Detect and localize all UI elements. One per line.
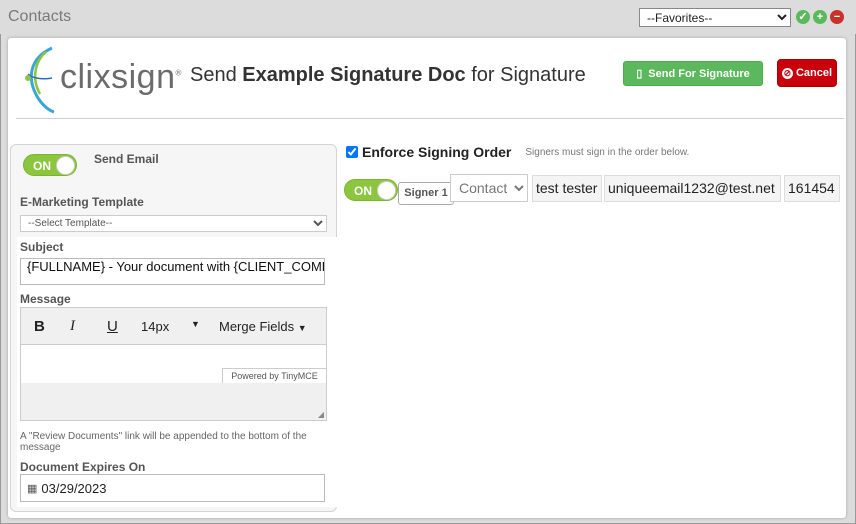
font-size-select[interactable]: 14px bbox=[141, 319, 169, 334]
toggle-knob bbox=[56, 156, 75, 175]
underline-icon[interactable]: U bbox=[107, 318, 118, 335]
check-icon[interactable]: ✓ bbox=[796, 10, 810, 24]
bold-icon[interactable]: B bbox=[34, 318, 45, 335]
signer-toggle[interactable]: ON bbox=[344, 179, 398, 201]
favorites-select[interactable]: --Favorites-- bbox=[639, 8, 791, 27]
top-bar: Contacts --Favorites-- ✓ + − bbox=[0, 0, 856, 34]
review-note: A "Review Documents" link will be append… bbox=[20, 431, 307, 453]
logo-swoosh-icon bbox=[25, 46, 55, 114]
signer-label: Signer 1 bbox=[398, 182, 454, 205]
resize-icon[interactable]: ◢ bbox=[318, 410, 324, 419]
clixsign-logo: clixsign® bbox=[22, 44, 182, 114]
signer-name: test tester bbox=[532, 175, 602, 202]
send-icon: ▯ bbox=[636, 68, 643, 80]
signer-email: uniqueemail1232@test.net bbox=[604, 175, 781, 202]
template-select[interactable]: --Select Template-- bbox=[20, 215, 327, 232]
logo-text: clixsign® bbox=[60, 58, 182, 96]
document-name: Example Signature Doc bbox=[242, 64, 466, 86]
italic-icon[interactable]: I bbox=[70, 318, 75, 335]
send-email-toggle[interactable]: ON bbox=[23, 154, 77, 176]
cancel-icon: ⊘ bbox=[781, 67, 793, 79]
toggle-knob bbox=[377, 181, 396, 200]
cancel-button[interactable]: ⊘ Cancel bbox=[777, 59, 837, 87]
enforce-signing-order: Enforce Signing Order Signers must sign … bbox=[346, 144, 689, 160]
send-for-signature-button[interactable]: ▯ Send For Signature bbox=[623, 61, 763, 86]
expires-label: Document Expires On bbox=[20, 460, 146, 474]
add-icon[interactable]: + bbox=[813, 10, 827, 24]
editor-toolbar: B I U 14px ▼ Merge Fields ▼ bbox=[21, 308, 326, 345]
send-panel: clixsign® Send Example Signature Doc for… bbox=[8, 38, 846, 518]
window-title: Contacts bbox=[8, 8, 72, 25]
email-settings-panel: ON Send Email E-Marketing Template --Sel… bbox=[10, 144, 337, 512]
divider bbox=[16, 118, 844, 119]
template-label: E-Marketing Template bbox=[20, 195, 144, 209]
message-editor[interactable]: B I U 14px ▼ Merge Fields ▼ Powered by T… bbox=[20, 307, 327, 421]
send-email-label: Send Email bbox=[94, 152, 159, 166]
chevron-down-icon[interactable]: ▼ bbox=[191, 319, 200, 329]
merge-chevron-icon: ▼ bbox=[297, 323, 307, 333]
merge-fields-button[interactable]: Merge Fields ▼ bbox=[219, 319, 307, 334]
enforce-checkbox[interactable] bbox=[346, 146, 358, 158]
powered-by: Powered by TinyMCE bbox=[222, 368, 326, 383]
expires-date-input[interactable]: ▦ 03/29/2023 bbox=[20, 474, 325, 502]
signer-id: 161454 bbox=[784, 175, 840, 202]
remove-icon[interactable]: − bbox=[830, 10, 844, 24]
enforce-hint: Signers must sign in the order below. bbox=[525, 146, 690, 158]
page-heading: Send Example Signature Doc for Signature bbox=[190, 64, 586, 86]
message-label: Message bbox=[20, 292, 71, 306]
calendar-icon: ▦ bbox=[27, 482, 38, 495]
subject-label: Subject bbox=[20, 240, 64, 254]
subject-input[interactable]: {FULLNAME} - Your document with {CLIENT_… bbox=[20, 258, 325, 285]
signer-type-select[interactable]: Contact bbox=[450, 174, 528, 202]
